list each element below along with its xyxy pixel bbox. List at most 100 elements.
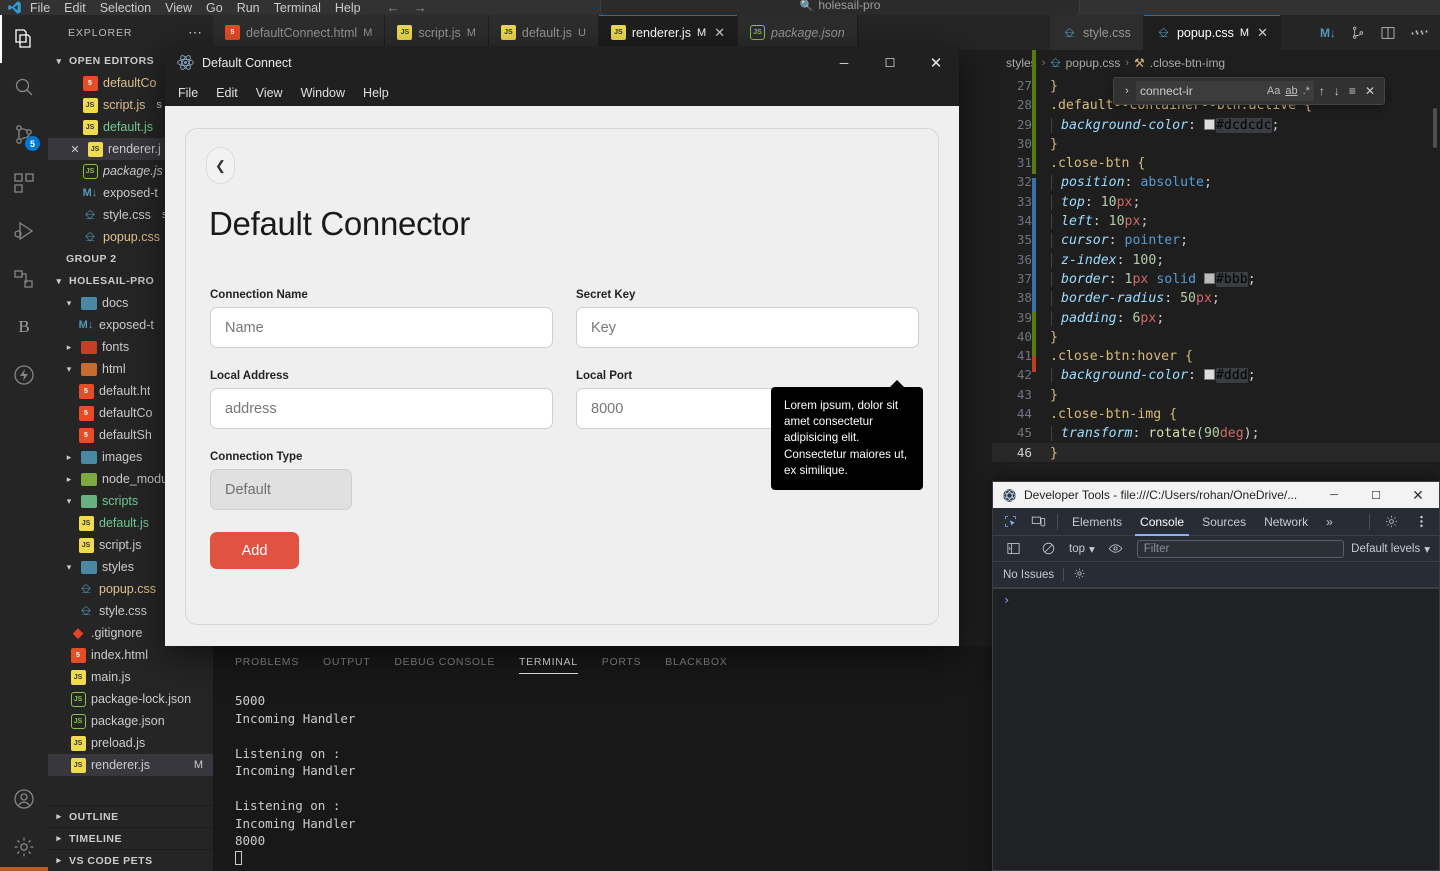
chevron-down-icon[interactable]: ▾ [62, 298, 76, 309]
tab-console[interactable]: Console [1131, 508, 1193, 536]
split-editor-icon[interactable] [1380, 25, 1396, 41]
code-editor[interactable]: 27} 28 .default--container--btn:active {29… [992, 76, 1440, 506]
tree-item-renderer.js[interactable]: JS renderer.js M [48, 754, 213, 776]
dialog-menu-view[interactable]: View [256, 86, 283, 100]
tab-default.js[interactable]: JS default.js U [488, 15, 599, 50]
devtools-minimize-button[interactable]: ─ [1313, 482, 1355, 508]
tab-defaultConnect.html[interactable]: 5 defaultConnect.html M [213, 15, 386, 50]
panel-tab-blackbox[interactable]: BLACKBOX [665, 646, 727, 678]
inspect-element-icon[interactable] [996, 508, 1024, 536]
nav-forward-icon[interactable]: → [414, 0, 427, 15]
console-sidebar-icon[interactable] [999, 535, 1027, 563]
console-context-selector[interactable]: top ▾ [1069, 542, 1095, 556]
nav-back-icon[interactable]: ← [387, 0, 400, 15]
add-button[interactable]: Add [210, 532, 299, 569]
markdown-preview-icon[interactable]: M↓ [1320, 26, 1336, 40]
menu-view[interactable]: View [165, 1, 192, 14]
panel-tab-debug-console[interactable]: DEBUG CONSOLE [394, 646, 495, 678]
more-options-icon[interactable] [1407, 508, 1435, 536]
find-previous-icon[interactable]: ↑ [1319, 84, 1325, 98]
close-editor-icon[interactable]: ✕ [68, 143, 82, 156]
no-issues-label[interactable]: No Issues [1003, 569, 1054, 581]
dialog-minimize-button[interactable]: ─ [821, 46, 867, 79]
dialog-menubar[interactable]: File Edit View Window Help [165, 79, 959, 106]
panel-tab-output[interactable]: OUTPUT [323, 646, 370, 678]
menu-selection[interactable]: Selection [100, 1, 151, 14]
sidebar-section-timeline[interactable]: ▸ TIMELINE [48, 827, 213, 849]
dialog-maximize-button[interactable]: ☐ [867, 46, 913, 79]
menubar[interactable]: File Edit Selection View Go Run Terminal… [30, 1, 361, 14]
chevron-right-icon[interactable]: ▸ [62, 342, 76, 353]
console-prompt[interactable]: › [993, 588, 1439, 607]
activity-run-debug[interactable] [0, 207, 48, 255]
sidebar-section-outline[interactable]: ▸ OUTLINE [48, 805, 213, 827]
split-editor-vertical-icon[interactable] [1350, 25, 1366, 41]
dialog-menu-window[interactable]: Window [301, 86, 345, 100]
chevron-down-icon[interactable]: ▾ [62, 562, 76, 573]
dialog-menu-edit[interactable]: Edit [216, 86, 238, 100]
whole-word-icon[interactable]: ab [1285, 85, 1297, 97]
find-in-selection-icon[interactable]: ≡ [1349, 84, 1356, 98]
activity-thunder-client[interactable] [0, 351, 48, 399]
input-secret-key[interactable]: Key [576, 307, 919, 348]
color-swatch[interactable] [1203, 118, 1215, 130]
menu-help[interactable]: Help [335, 1, 361, 14]
dialog-menu-help[interactable]: Help [363, 86, 389, 100]
chevron-down-icon[interactable]: ▾ [62, 364, 76, 375]
issues-gear-icon[interactable] [1073, 567, 1086, 583]
quick-search-bar[interactable]: 🔍 holesail-pro [600, 0, 1080, 15]
tree-item-index.html[interactable]: 5 index.html [48, 644, 213, 666]
tree-item-main.js[interactable]: JS main.js [48, 666, 213, 688]
color-swatch[interactable] [1203, 272, 1215, 284]
panel-tab-ports[interactable]: PORTS [602, 646, 641, 678]
chevron-down-icon[interactable]: ▾ [62, 496, 76, 507]
input-connection-type[interactable]: Default [210, 469, 352, 510]
menu-go[interactable]: Go [206, 1, 223, 14]
tab-package.json[interactable]: JS package.json [738, 15, 858, 50]
menu-edit[interactable]: Edit [64, 1, 86, 14]
breadcrumb-symbol[interactable]: .close-btn-img [1150, 56, 1225, 70]
activity-explorer[interactable] [0, 15, 48, 63]
menu-run[interactable]: Run [237, 1, 260, 14]
activity-settings[interactable] [0, 823, 48, 871]
find-next-icon[interactable]: ↓ [1334, 84, 1340, 98]
find-input[interactable]: connect-ir Aa ab .* [1136, 81, 1314, 101]
tree-item-package.json[interactable]: JS package.json [48, 710, 213, 732]
devtools-maximize-button[interactable]: ☐ [1355, 482, 1397, 508]
tab-close-icon[interactable]: ✕ [714, 25, 725, 41]
tree-item-preload.js[interactable]: JS preload.js [48, 732, 213, 754]
live-expression-icon[interactable] [1102, 535, 1130, 563]
input-connection-name[interactable]: Name [210, 307, 553, 348]
dialog-titlebar[interactable]: Default Connect ─ ☐ ✕ [165, 46, 959, 79]
activity-search[interactable] [0, 63, 48, 111]
console-levels-selector[interactable]: Default levels ▾ [1351, 542, 1433, 556]
menu-file[interactable]: File [30, 1, 50, 14]
tab-sources[interactable]: Sources [1193, 508, 1255, 536]
chevron-right-icon[interactable]: ▸ [62, 474, 76, 485]
tab-popup.css[interactable]: ⎒ popup.css M ✕ [1143, 15, 1281, 50]
find-close-icon[interactable]: ✕ [1365, 84, 1375, 98]
devtools-close-button[interactable]: ✕ [1397, 482, 1439, 508]
input-local-address[interactable]: address [210, 388, 553, 429]
nav-arrows[interactable]: ← → [387, 0, 427, 15]
tab-renderer.js[interactable]: JS renderer.js M ✕ [598, 15, 739, 50]
panel-tab-terminal[interactable]: TERMINAL [519, 646, 578, 678]
chevron-right-icon[interactable]: ▸ [62, 452, 76, 463]
console-filter-input[interactable]: Filter [1136, 539, 1345, 558]
gear-icon[interactable] [1377, 508, 1405, 536]
device-toolbar-icon[interactable] [1024, 508, 1052, 536]
activity-source-control[interactable]: 5 [0, 111, 48, 159]
back-button[interactable]: ❮ [206, 147, 235, 184]
tree-item-package-lock.json[interactable]: JS package-lock.json [48, 688, 213, 710]
clear-console-icon[interactable] [1034, 535, 1062, 563]
color-swatch[interactable] [1203, 369, 1215, 381]
activity-accounts[interactable] [0, 775, 48, 823]
dialog-close-button[interactable]: ✕ [913, 46, 959, 79]
breadcrumb[interactable]: styles › ⎒ popup.css › ⚒ .close-btn-img [992, 50, 1440, 76]
explorer-more-icon[interactable]: ⋯ [188, 24, 203, 41]
find-widget[interactable]: › connect-ir Aa ab .* ↑ ↓ ≡ ✕ [1113, 77, 1385, 105]
sidebar-section-vs-code-pets[interactable]: ▸ VS CODE PETS [48, 849, 213, 871]
dialog-menu-file[interactable]: File [178, 86, 198, 100]
breadcrumb-file[interactable]: popup.css [1066, 56, 1121, 70]
more-tabs-icon[interactable]: » [1317, 508, 1342, 536]
